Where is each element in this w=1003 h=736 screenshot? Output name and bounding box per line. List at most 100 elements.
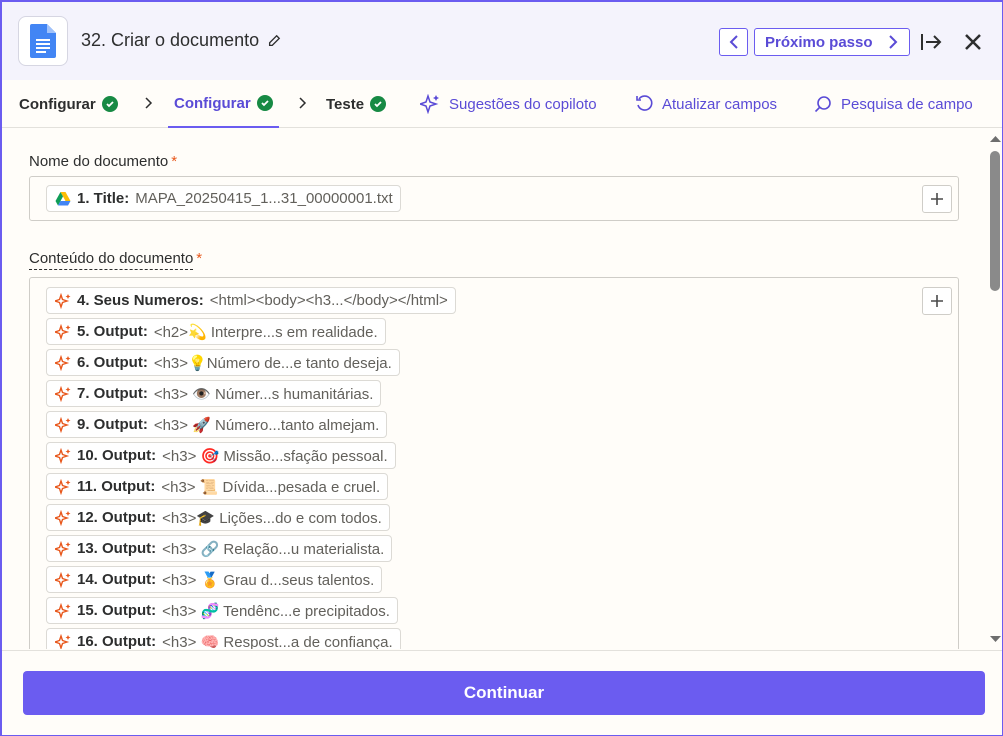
chevron-right-icon — [145, 97, 153, 109]
step-title[interactable]: 32. Criar o documento — [81, 30, 281, 51]
plus-icon — [931, 295, 943, 307]
pill-step-label: 6. Output: — [77, 354, 148, 371]
chevron-left-icon — [729, 35, 738, 49]
pill-step-label: 4. Seus Numeros: — [77, 292, 204, 309]
ai-sparkle-icon — [55, 354, 71, 371]
tab-configurar-app[interactable]: Configurar — [19, 80, 118, 128]
check-circle-icon — [256, 95, 273, 111]
pill-value: MAPA_20250415_1...31_00000001.txt — [135, 190, 393, 207]
pill-value: <h3> 🔗 Relação...u materialista. — [162, 540, 385, 558]
tab-configurar-action[interactable]: Configurar — [168, 80, 279, 128]
ai-sparkle-icon — [55, 447, 71, 464]
required-marker: * — [171, 153, 178, 170]
copilot-label: Sugestões do copiloto — [449, 95, 597, 113]
refresh-fields-button[interactable]: Atualizar campos — [635, 80, 777, 128]
ai-sparkle-icon — [55, 571, 71, 588]
scroll-down-arrow-icon[interactable] — [988, 633, 1003, 645]
scroll-thumb[interactable] — [990, 151, 1000, 291]
step-title-text: 32. Criar o documento — [81, 30, 260, 50]
mapped-field-pill[interactable]: 12. Output: <h3>🎓 Lições...do e com todos… — [46, 504, 390, 531]
document-name-label: Nome do documento * — [29, 153, 177, 170]
add-field-button[interactable] — [922, 185, 952, 213]
pill-value: <html><body><h3...</body></html> — [209, 292, 448, 309]
google-drive-icon — [55, 191, 71, 205]
google-docs-app-icon — [18, 16, 68, 66]
mapped-field-pill[interactable]: 15. Output: <h3> 🧬 Tendênc...e precipitad… — [46, 597, 398, 624]
ai-sparkle-icon — [55, 509, 71, 526]
search-icon — [814, 96, 831, 113]
ai-sparkle-icon — [55, 292, 71, 309]
mapped-field-pill[interactable]: 6. Output: <h3>💡Número de...e tanto desej… — [46, 349, 400, 376]
mapped-field-pill[interactable]: 5. Output: <h2>💫 Interpre...s em realidad… — [46, 318, 386, 345]
document-content-label: Conteúdo do documento * — [29, 250, 203, 270]
form-content: Nome do documento * 1. Title: MAPA_202504… — [2, 129, 988, 649]
step-editor-panel: 32. Criar o documento Próximo passo Conf… — [0, 0, 1003, 736]
pill-value: <h3>🎓 Lições...do e com todos. — [162, 509, 382, 527]
mapped-field-pill[interactable]: 9. Output: <h3> 🚀 Número...tanto almejam. — [46, 411, 388, 438]
ai-sparkle-icon — [55, 478, 71, 495]
mapped-field-pill[interactable]: 14. Output: <h3> 🏅 Grau d...seus talentos… — [46, 566, 383, 593]
ai-sparkle-icon — [55, 602, 71, 619]
required-marker: * — [196, 250, 203, 267]
label-text: Conteúdo do documento — [29, 250, 194, 270]
mapped-field-pill[interactable]: 1. Title: MAPA_20250415_1...31_00000001.… — [46, 185, 401, 212]
copilot-suggestions-button[interactable]: Sugestões do copiloto — [420, 80, 597, 128]
pill-value: <h3> 🧬 Tendênc...e precipitados. — [162, 602, 390, 620]
mapped-field-pill[interactable]: 4. Seus Numeros: <html><body><h3...</body… — [46, 287, 456, 314]
pill-step-label: 5. Output: — [77, 323, 148, 340]
panel-header: 32. Criar o documento Próximo passo — [2, 2, 1002, 80]
tab-teste[interactable]: Teste — [326, 80, 387, 128]
pill-step-label: 16. Output: — [77, 633, 157, 649]
continue-button[interactable]: Continuar — [23, 671, 985, 715]
collapse-panel-icon[interactable] — [919, 30, 943, 54]
ai-sparkle-icon — [55, 416, 71, 433]
mapped-field-pill[interactable]: 7. Output: <h3> 👁️ Númer...s humanitárias… — [46, 380, 382, 407]
ai-sparkle-icon — [55, 633, 71, 649]
pill-value: <h3> 🎯 Missão...sfação pessoal. — [162, 447, 388, 465]
sparkle-icon — [420, 94, 439, 114]
pill-step-label: 7. Output: — [77, 385, 148, 402]
refresh-icon — [636, 95, 653, 111]
pill-value: <h3> 👁️ Númer...s humanitárias. — [153, 385, 374, 403]
tab-label: Teste — [326, 95, 365, 113]
pill-step-label: 9. Output: — [77, 416, 148, 433]
chevron-right-icon — [299, 97, 307, 109]
previous-step-button[interactable] — [719, 28, 748, 56]
tab-label: Configurar — [174, 94, 251, 112]
chevron-right-icon — [889, 35, 898, 49]
document-content-field[interactable]: 4. Seus Numeros: <html><body><h3...</body… — [29, 277, 959, 649]
pill-value: <h3> 🏅 Grau d...seus talentos. — [162, 571, 375, 589]
mapped-field-pill[interactable]: 13. Output: <h3> 🔗 Relação...u materialis… — [46, 535, 393, 562]
check-circle-icon — [101, 96, 118, 112]
next-step-label: Próximo passo — [765, 33, 873, 51]
pill-value: <h3> 🧠 Respost...a de confiança. — [162, 633, 393, 650]
pill-step-label: 11. Output: — [77, 478, 156, 495]
step-tabs: Configurar Configurar Teste Sugestões do… — [2, 80, 1002, 128]
mapped-field-pill[interactable]: 16. Output: <h3> 🧠 Respost...a de confian… — [46, 628, 401, 649]
ai-sparkle-icon — [55, 540, 71, 557]
search-label: Pesquisa de campo — [841, 95, 973, 113]
close-icon[interactable] — [961, 30, 985, 54]
refresh-label: Atualizar campos — [662, 95, 778, 113]
mapped-field-pill[interactable]: 11. Output: <h3> 📜 Dívida...pesada e crue… — [46, 473, 389, 500]
check-circle-icon — [370, 96, 387, 112]
pill-step-label: 15. Output: — [77, 602, 157, 619]
document-name-field[interactable]: 1. Title: MAPA_20250415_1...31_00000001.… — [29, 176, 959, 221]
add-field-button[interactable] — [922, 287, 952, 315]
pencil-icon[interactable] — [267, 34, 281, 48]
field-search-button[interactable]: Pesquisa de campo — [814, 80, 973, 128]
pill-step-label: 14. Output: — [77, 571, 157, 588]
next-step-button[interactable]: Próximo passo — [754, 28, 910, 56]
mapped-field-pill[interactable]: 10. Output: <h3> 🎯 Missão...sfação pessoa… — [46, 442, 396, 469]
ai-sparkle-icon — [55, 323, 71, 340]
pill-value: <h3> 🚀 Número...tanto almejam. — [153, 416, 380, 434]
plus-icon — [931, 193, 943, 205]
pill-value: <h3> 📜 Dívida...pesada e cruel. — [161, 478, 381, 496]
pill-value: <h3>💡Número de...e tanto deseja. — [153, 354, 392, 372]
scroll-up-arrow-icon[interactable] — [988, 133, 1003, 145]
scrollbar[interactable] — [988, 129, 1003, 649]
panel-footer: Continuar — [2, 650, 1002, 735]
tab-label: Configurar — [19, 95, 96, 113]
ai-sparkle-icon — [55, 385, 71, 402]
pill-step-label: 1. Title: — [77, 190, 130, 207]
